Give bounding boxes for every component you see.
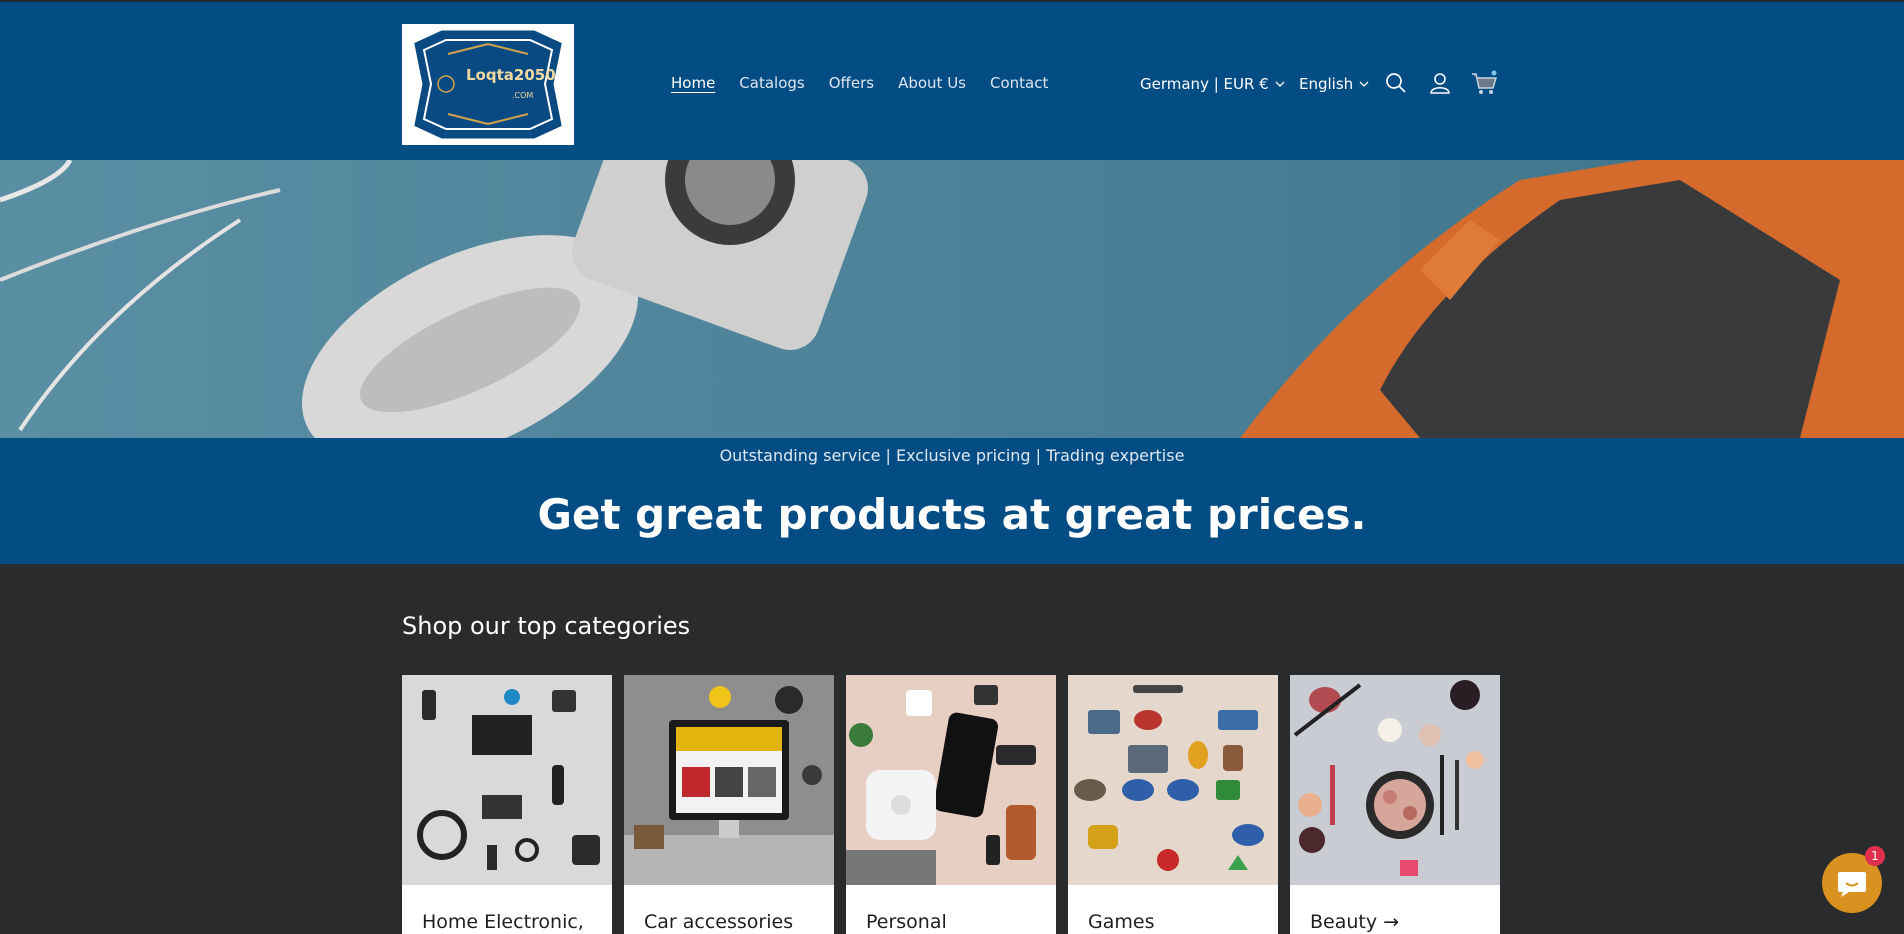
category-label: Home Electronic, <box>422 911 584 933</box>
category-image <box>402 675 612 885</box>
main-nav: Home Catalogs Offers About Us Contact <box>671 74 1048 92</box>
category-image <box>1068 675 1278 885</box>
hero-tagline: Outstanding service | Exclusive pricing … <box>719 446 1185 465</box>
hero-banner-picture <box>0 160 1904 438</box>
hero-headline: Get great products at great prices. <box>537 490 1367 539</box>
category-label: Games <box>1088 911 1155 933</box>
categories-title: Shop our top categories <box>402 612 691 640</box>
category-image <box>846 675 1056 885</box>
category-card-games[interactable]: Games <box>1068 675 1278 934</box>
category-card-car-accessories[interactable]: Car accessories <box>624 675 834 934</box>
nav-home[interactable]: Home <box>671 74 715 92</box>
svg-text:.COM: .COM <box>512 91 533 100</box>
hero-image <box>0 160 1904 438</box>
language-selector-label: English <box>1299 75 1354 93</box>
country-selector[interactable]: Germany | EUR € <box>1140 75 1285 93</box>
nav-catalogs[interactable]: Catalogs <box>739 74 804 92</box>
site-header: Loqta2050 .COM Home Catalogs Offers Abou… <box>0 0 1904 160</box>
category-card-beauty[interactable]: Beauty → <box>1290 675 1500 934</box>
country-selector-label: Germany | EUR € <box>1140 75 1269 93</box>
cart-icon[interactable] <box>1469 68 1499 98</box>
language-selector[interactable]: English <box>1299 75 1369 93</box>
category-card-home-electronic[interactable]: Home Electronic, <box>402 675 612 934</box>
search-icon[interactable] <box>1383 70 1409 96</box>
nav-about-us[interactable]: About Us <box>898 74 966 92</box>
nav-offers[interactable]: Offers <box>829 74 874 92</box>
category-image <box>1290 675 1500 885</box>
category-label: Beauty → <box>1310 911 1400 933</box>
category-image <box>624 675 834 885</box>
chat-badge: 1 <box>1865 846 1885 866</box>
chat-icon <box>1838 872 1866 897</box>
svg-text:Loqta2050: Loqta2050 <box>466 66 556 84</box>
site-logo[interactable]: Loqta2050 .COM <box>402 24 574 145</box>
category-label: Car accessories <box>644 911 794 933</box>
nav-contact[interactable]: Contact <box>990 74 1048 92</box>
chevron-down-icon <box>1275 81 1285 87</box>
hero-text-band: Outstanding service | Exclusive pricing … <box>0 438 1904 564</box>
category-label: Personal <box>866 911 947 933</box>
account-icon[interactable] <box>1427 70 1453 96</box>
category-card-personal[interactable]: Personal <box>846 675 1056 934</box>
chevron-down-icon <box>1359 81 1369 87</box>
